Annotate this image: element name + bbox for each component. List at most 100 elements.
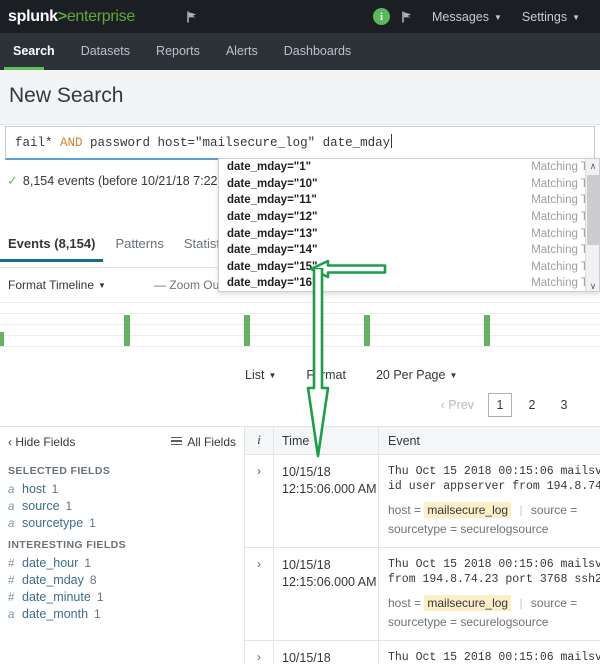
nav-item-datasets[interactable]: Datasets	[68, 33, 143, 70]
autocomplete-scrollbar[interactable]: ∧ ∨	[585, 159, 599, 292]
expand-row-icon[interactable]: ›	[245, 641, 273, 664]
chevron-down-icon: ▼	[268, 371, 276, 380]
meta-host-value[interactable]: mailsecure_log	[424, 595, 511, 611]
autocomplete-item-15[interactable]: date_mday="15" Matching Te	[219, 259, 599, 276]
field-item-date-hour[interactable]: # date_hour 1	[0, 554, 244, 571]
chevron-down-icon: ▼	[572, 13, 580, 22]
event-time-clock: 12:15:06.000 AM	[282, 481, 378, 498]
timeline-bar[interactable]	[124, 315, 130, 346]
expand-row-icon[interactable]: ›	[245, 455, 273, 547]
settings-menu[interactable]: Settings ▼	[522, 10, 580, 24]
expand-row-icon[interactable]: ›	[245, 548, 273, 640]
field-item-sourcetype[interactable]: a sourcetype 1	[0, 514, 244, 531]
event-time-date: 10/15/18	[282, 557, 378, 574]
pagination-page-1[interactable]: 1	[488, 393, 512, 417]
table-row[interactable]: › 10/15/18 12:15:06.000 AM Thu Oct 15 20…	[245, 548, 600, 641]
column-header-info: i	[245, 433, 273, 448]
chevron-left-icon: ‹	[441, 398, 445, 412]
events-timeline-chart[interactable]	[0, 300, 600, 350]
field-name: sourcetype	[22, 516, 83, 530]
info-badge-icon[interactable]: i	[373, 8, 390, 25]
search-input[interactable]: fail* AND password host="mailsecure_log"…	[5, 126, 595, 160]
autocomplete-item[interactable]: date_mday="12" Matching Te	[219, 209, 599, 226]
column-header-time[interactable]: Time	[273, 427, 378, 455]
field-type-icon: #	[8, 575, 16, 587]
tab-patterns[interactable]: Patterns	[107, 228, 175, 251]
chevron-left-icon: ‹	[8, 435, 12, 449]
timeline-bar[interactable]	[364, 315, 370, 346]
pagination-prev-label: Prev	[448, 398, 474, 412]
flag-icon-right[interactable]	[400, 10, 414, 24]
format-timeline-button[interactable]: Format Timeline▼	[8, 278, 106, 292]
scrollbar-thumb[interactable]	[587, 175, 599, 245]
pagination-prev-button[interactable]: ‹ Prev	[441, 398, 474, 412]
list-view-selector[interactable]: List▼	[245, 368, 276, 382]
messages-menu[interactable]: Messages ▼	[432, 10, 502, 24]
nav-item-dashboards[interactable]: Dashboards	[271, 33, 364, 70]
autocomplete-item-hint: Matching Te	[531, 228, 593, 240]
event-raw-line: id user appserver from 194.8.74	[388, 479, 600, 494]
all-fields-label: All Fields	[187, 435, 236, 449]
pagination-page-3[interactable]: 3	[552, 393, 576, 417]
flag-icon[interactable]	[185, 10, 199, 24]
top-bar-right-group: i Messages ▼ Settings ▼	[373, 0, 600, 33]
autocomplete-dropdown[interactable]: date_mday="1" Matching Te date_mday="10"…	[218, 158, 600, 292]
scroll-down-icon[interactable]: ∨	[586, 279, 600, 292]
settings-label: Settings	[522, 10, 567, 24]
autocomplete-item[interactable]: date_mday="10" Matching Te	[219, 176, 599, 193]
nav-item-alerts[interactable]: Alerts	[213, 33, 271, 70]
field-item-date-mday[interactable]: # date_mday 8	[0, 571, 244, 588]
splunk-search-page: splunk>enterprise i Messages ▼ Settings …	[0, 0, 600, 664]
autocomplete-item[interactable]: date_mday="16" Matching Te	[219, 275, 599, 292]
field-type-icon: a	[8, 609, 16, 621]
field-count: 8	[90, 573, 97, 587]
autocomplete-item-label: date_mday="1"	[227, 161, 311, 173]
splunk-logo[interactable]: splunk>enterprise	[8, 8, 135, 26]
meta-host-value[interactable]: mailsecure_log	[424, 502, 511, 518]
chevron-down-icon: ▼	[98, 281, 106, 290]
timeline-bar[interactable]	[484, 315, 490, 346]
autocomplete-item[interactable]: date_mday="11" Matching Te	[219, 192, 599, 209]
field-type-icon: a	[8, 518, 16, 530]
per-page-selector[interactable]: 20 Per Page▼	[376, 368, 457, 382]
list-icon	[171, 437, 182, 448]
logo-chevron-text: >	[58, 8, 67, 26]
gridline	[0, 335, 600, 336]
autocomplete-item-label: date_mday="10"	[227, 178, 318, 190]
zoom-out-button[interactable]: — Zoom Out	[154, 278, 223, 292]
pagination-page-2[interactable]: 2	[520, 393, 544, 417]
nav-item-search[interactable]: Search	[0, 33, 68, 70]
table-row[interactable]: › 10/15/18 Thu Oct 15 2018 00:15:06 mail…	[245, 641, 600, 664]
check-icon: ✓	[7, 173, 18, 189]
autocomplete-item-hint: Matching Te	[531, 161, 593, 173]
field-item-host[interactable]: a host 1	[0, 480, 244, 497]
autocomplete-item-hint: Matching Te	[531, 211, 593, 223]
fields-sidebar-header: ‹ Hide Fields All Fields	[0, 427, 244, 457]
table-row[interactable]: › 10/15/18 12:15:06.000 AM Thu Oct 15 20…	[245, 455, 600, 548]
autocomplete-item[interactable]: date_mday="13" Matching Te	[219, 225, 599, 242]
autocomplete-item[interactable]: date_mday="14" Matching Te	[219, 242, 599, 259]
timeline-bar[interactable]	[0, 332, 4, 346]
column-header-event[interactable]: Event	[378, 427, 600, 455]
timeline-bar[interactable]	[244, 315, 250, 346]
field-item-date-month[interactable]: a date_month 1	[0, 605, 244, 622]
scroll-up-icon[interactable]: ∧	[586, 159, 600, 173]
tab-events[interactable]: Events (8,154)	[0, 228, 107, 251]
field-item-date-minute[interactable]: # date_minute 1	[0, 588, 244, 605]
autocomplete-item[interactable]: date_mday="1" Matching Te	[219, 159, 599, 176]
pagination: ‹ Prev 1 2 3	[0, 388, 600, 422]
format-button[interactable]: Format	[306, 368, 346, 382]
field-item-source[interactable]: a source 1	[0, 497, 244, 514]
query-part-2: password host="mailsecure_log" date_mday	[83, 136, 391, 150]
events-table-header: i Time Event	[245, 427, 600, 455]
field-type-icon: #	[8, 592, 16, 604]
all-fields-button[interactable]: All Fields	[171, 435, 236, 449]
hide-fields-button[interactable]: ‹ Hide Fields	[8, 435, 75, 449]
meta-source-key: source =	[531, 596, 577, 610]
gridline	[0, 313, 600, 314]
logo-enterprise-text: enterprise	[67, 8, 135, 26]
page-title: New Search	[9, 84, 123, 108]
event-time: 10/15/18 12:15:06.000 AM	[273, 455, 378, 547]
nav-item-reports[interactable]: Reports	[143, 33, 213, 70]
search-query-text: fail* AND password host="mailsecure_log"…	[15, 134, 392, 150]
